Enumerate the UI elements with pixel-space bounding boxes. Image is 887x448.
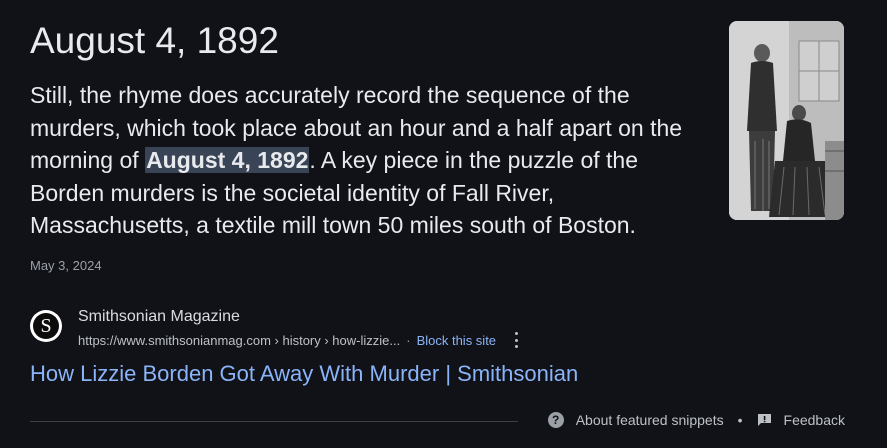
more-vert-icon[interactable] xyxy=(514,332,518,348)
snippet-date: May 3, 2024 xyxy=(30,258,102,273)
source-name[interactable]: Smithsonian Magazine xyxy=(78,308,240,326)
snippet-text: Still, the rhyme does accurately record … xyxy=(30,79,710,242)
url-separator: · xyxy=(406,332,411,348)
source-url-row: https://www.smithsonianmag.com › history… xyxy=(78,332,518,348)
result-title-link[interactable]: How Lizzie Borden Got Away With Murder |… xyxy=(30,361,578,387)
block-site-link[interactable]: Block this site xyxy=(417,333,496,348)
courtroom-illustration-image[interactable] xyxy=(729,21,844,220)
courtroom-illustration-icon xyxy=(729,21,844,220)
snippet-footer: ? About featured snippets • Feedback xyxy=(547,412,845,428)
footer-bullet: • xyxy=(737,412,743,428)
about-featured-snippets[interactable]: ? About featured snippets xyxy=(547,412,724,428)
feedback-button[interactable]: Feedback xyxy=(757,412,845,428)
about-featured-snippets-label: About featured snippets xyxy=(575,412,724,428)
divider xyxy=(30,421,518,422)
feedback-icon xyxy=(757,414,771,426)
smithsonian-logo-icon: S xyxy=(33,313,59,339)
help-icon: ? xyxy=(547,412,564,428)
snippet-highlight: August 4, 1892 xyxy=(145,147,310,173)
answer-title: August 4, 1892 xyxy=(30,20,279,61)
source-url[interactable]: https://www.smithsonianmag.com › history… xyxy=(78,333,400,348)
site-favicon[interactable]: S xyxy=(30,310,62,342)
feedback-label: Feedback xyxy=(783,412,845,428)
